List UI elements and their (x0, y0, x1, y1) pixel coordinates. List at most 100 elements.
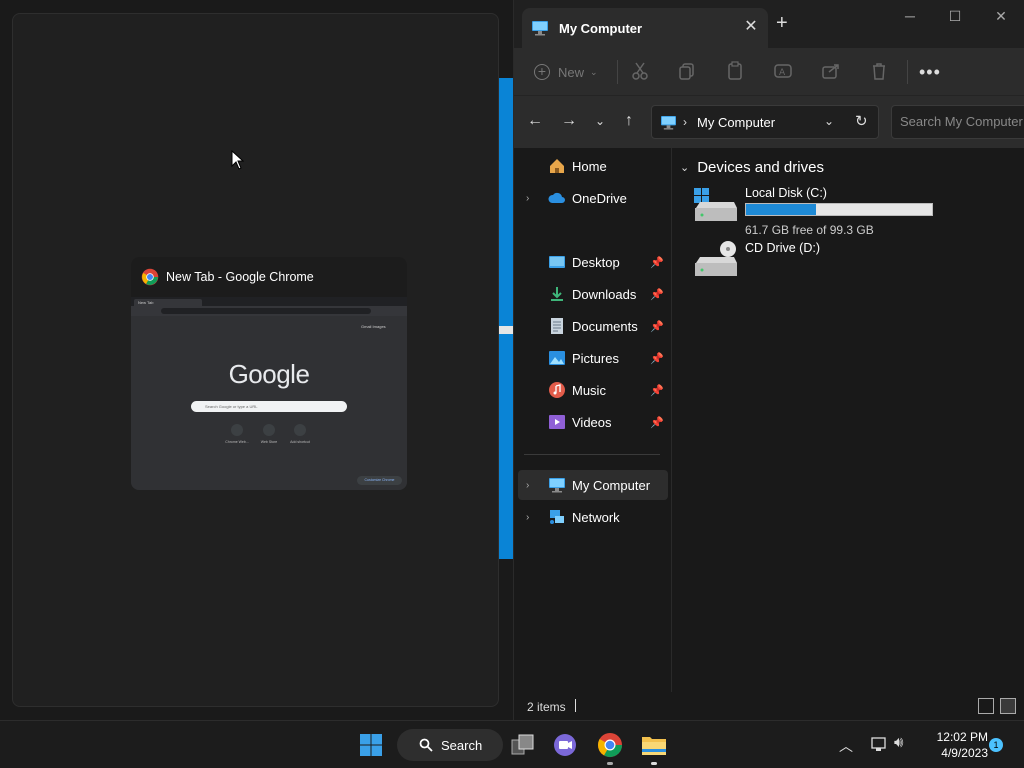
file-explorer-icon[interactable] (638, 729, 670, 761)
expand-chevron-icon[interactable]: › (526, 512, 538, 523)
expand-chevron-icon[interactable]: › (526, 480, 538, 491)
nav-item-music[interactable]: Music 📌 (518, 375, 668, 405)
clock-time: 12:02 PM (936, 730, 988, 744)
drive-item-c[interactable]: Local Disk (C:) 61.7 GB free of 99.3 GB (694, 186, 1024, 237)
drive-item-d[interactable]: CD Drive (D:) (694, 241, 1024, 291)
nav-item-label: Videos (572, 414, 612, 430)
nav-item-home[interactable]: Home (518, 151, 668, 181)
nav-item-label: Network (572, 509, 620, 525)
item-count: 2 items (527, 700, 566, 714)
pin-icon[interactable]: 📌 (650, 352, 664, 365)
delete-icon[interactable] (868, 60, 890, 82)
nav-item-desktop[interactable]: Desktop 📌 (518, 247, 668, 277)
paste-icon[interactable] (724, 60, 746, 82)
snap-divider-handle[interactable] (499, 326, 513, 334)
preview-shortcut-label: Add shortcut (290, 440, 310, 444)
refresh-icon[interactable]: ↻ (855, 112, 868, 130)
cd-drive-icon (695, 241, 737, 276)
new-button-label: New (558, 64, 585, 80)
pin-icon[interactable]: 📌 (650, 288, 664, 301)
computer-icon (532, 21, 548, 36)
download-icon (551, 287, 563, 301)
up-arrow-icon[interactable]: ↑ (619, 111, 639, 131)
drive-usage-fill (746, 204, 817, 215)
taskbar-search-button[interactable]: Search (397, 729, 503, 761)
snap-assist-area: New Tab - Google Chrome New Tab Gmail Im… (12, 13, 499, 707)
desktop-icon (549, 256, 565, 268)
new-tab-plus-icon[interactable]: + (776, 13, 788, 33)
network-status-icon[interactable] (870, 735, 888, 753)
details-view-icon[interactable] (978, 698, 994, 714)
content-pane: ⌄ Devices and drives Local Disk (C:) 61.… (674, 148, 1024, 692)
explorer-tab[interactable]: My Computer ✕ (522, 8, 768, 48)
drive-name: Local Disk (C:) (745, 186, 827, 200)
running-indicator (607, 762, 613, 765)
thumbnail-header: New Tab - Google Chrome (131, 257, 407, 297)
system-clock[interactable]: 12:02 PM 4/9/2023 (918, 729, 988, 761)
music-icon (549, 382, 565, 398)
nav-item-label: Music (572, 382, 606, 398)
nav-item-documents[interactable]: Documents 📌 (518, 311, 668, 341)
devices-group-header[interactable]: ⌄ Devices and drives (680, 159, 824, 176)
chrome-window-thumbnail[interactable]: New Tab - Google Chrome New Tab Gmail Im… (131, 257, 407, 490)
preview-shortcut-label: Web Store (260, 440, 278, 444)
command-bar: + New ⌄ A ••• (514, 48, 1024, 96)
show-hidden-icons-chevron-icon[interactable]: ︿ (839, 736, 853, 756)
nav-item-downloads[interactable]: Downloads 📌 (518, 279, 668, 309)
volume-icon[interactable]: 🔊︎ (894, 734, 903, 751)
cloud-icon (548, 192, 565, 203)
expand-chevron-icon[interactable]: › (526, 193, 538, 204)
tiles-view-icon[interactable] (1000, 698, 1016, 714)
collapse-chevron-icon[interactable]: ⌄ (680, 161, 689, 174)
preview-shortcut-icon (231, 424, 243, 436)
svg-text:A: A (779, 68, 786, 78)
close-window-icon[interactable]: ✕ (986, 8, 1016, 25)
status-bar: 2 items (514, 692, 1024, 720)
more-options-icon[interactable]: ••• (919, 62, 941, 83)
nav-item-label: Home (572, 158, 607, 174)
maximize-icon[interactable]: ☐ (940, 8, 970, 25)
start-icon[interactable] (355, 729, 387, 761)
pin-icon[interactable]: 📌 (650, 384, 664, 397)
back-arrow-icon[interactable]: ← (525, 111, 545, 131)
task-view-icon[interactable] (506, 729, 538, 761)
teams-chat-icon[interactable] (549, 729, 581, 761)
snap-divider[interactable] (499, 78, 513, 559)
preview-shortcut-label: Chrome Web... (225, 440, 249, 444)
nav-item-pictures[interactable]: Pictures 📌 (518, 343, 668, 373)
minimize-icon[interactable]: ─ (895, 8, 925, 24)
new-button[interactable]: + New ⌄ (534, 58, 598, 86)
copy-icon[interactable] (676, 60, 698, 82)
breadcrumb-chevron-icon[interactable]: › (683, 115, 687, 129)
address-dropdown-icon[interactable]: ⌄ (824, 114, 834, 128)
nav-item-videos[interactable]: Videos 📌 (518, 407, 668, 437)
search-input[interactable]: Search My Computer (891, 105, 1024, 139)
notification-badge[interactable]: 1 (989, 738, 1003, 752)
preview-search-box: Search Google or type a URL (191, 401, 347, 412)
google-logo: Google (228, 359, 310, 389)
chevron-down-icon: ⌄ (590, 66, 598, 77)
preview-customize-button: Customize Chrome (357, 476, 402, 485)
recent-locations-chevron-icon[interactable]: ⌄ (590, 111, 610, 131)
chrome-icon[interactable] (594, 729, 626, 761)
forward-arrow-icon[interactable]: → (559, 111, 579, 131)
search-icon (419, 738, 433, 752)
rename-icon[interactable]: A (772, 60, 794, 82)
nav-item-network[interactable]: › Network (518, 502, 668, 532)
cut-icon[interactable] (629, 60, 651, 82)
preview-shortcut-icon (263, 424, 275, 436)
nav-item-label: OneDrive (572, 190, 627, 206)
status-separator (575, 699, 576, 712)
nav-item-label: Documents (572, 318, 638, 334)
close-tab-icon[interactable]: ✕ (742, 19, 760, 35)
address-bar[interactable]: › My Computer ⌄ ↻ (651, 105, 879, 139)
nav-item-my-computer[interactable]: › My Computer (518, 470, 668, 500)
tab-title: My Computer (559, 20, 643, 36)
pin-icon[interactable]: 📌 (650, 256, 664, 269)
pin-icon[interactable]: 📌 (650, 416, 664, 429)
breadcrumb-current[interactable]: My Computer (697, 115, 775, 130)
nav-item-onedrive[interactable]: › OneDrive (518, 183, 668, 213)
computer-icon (549, 478, 565, 493)
share-icon[interactable] (820, 60, 842, 82)
pin-icon[interactable]: 📌 (650, 320, 664, 333)
